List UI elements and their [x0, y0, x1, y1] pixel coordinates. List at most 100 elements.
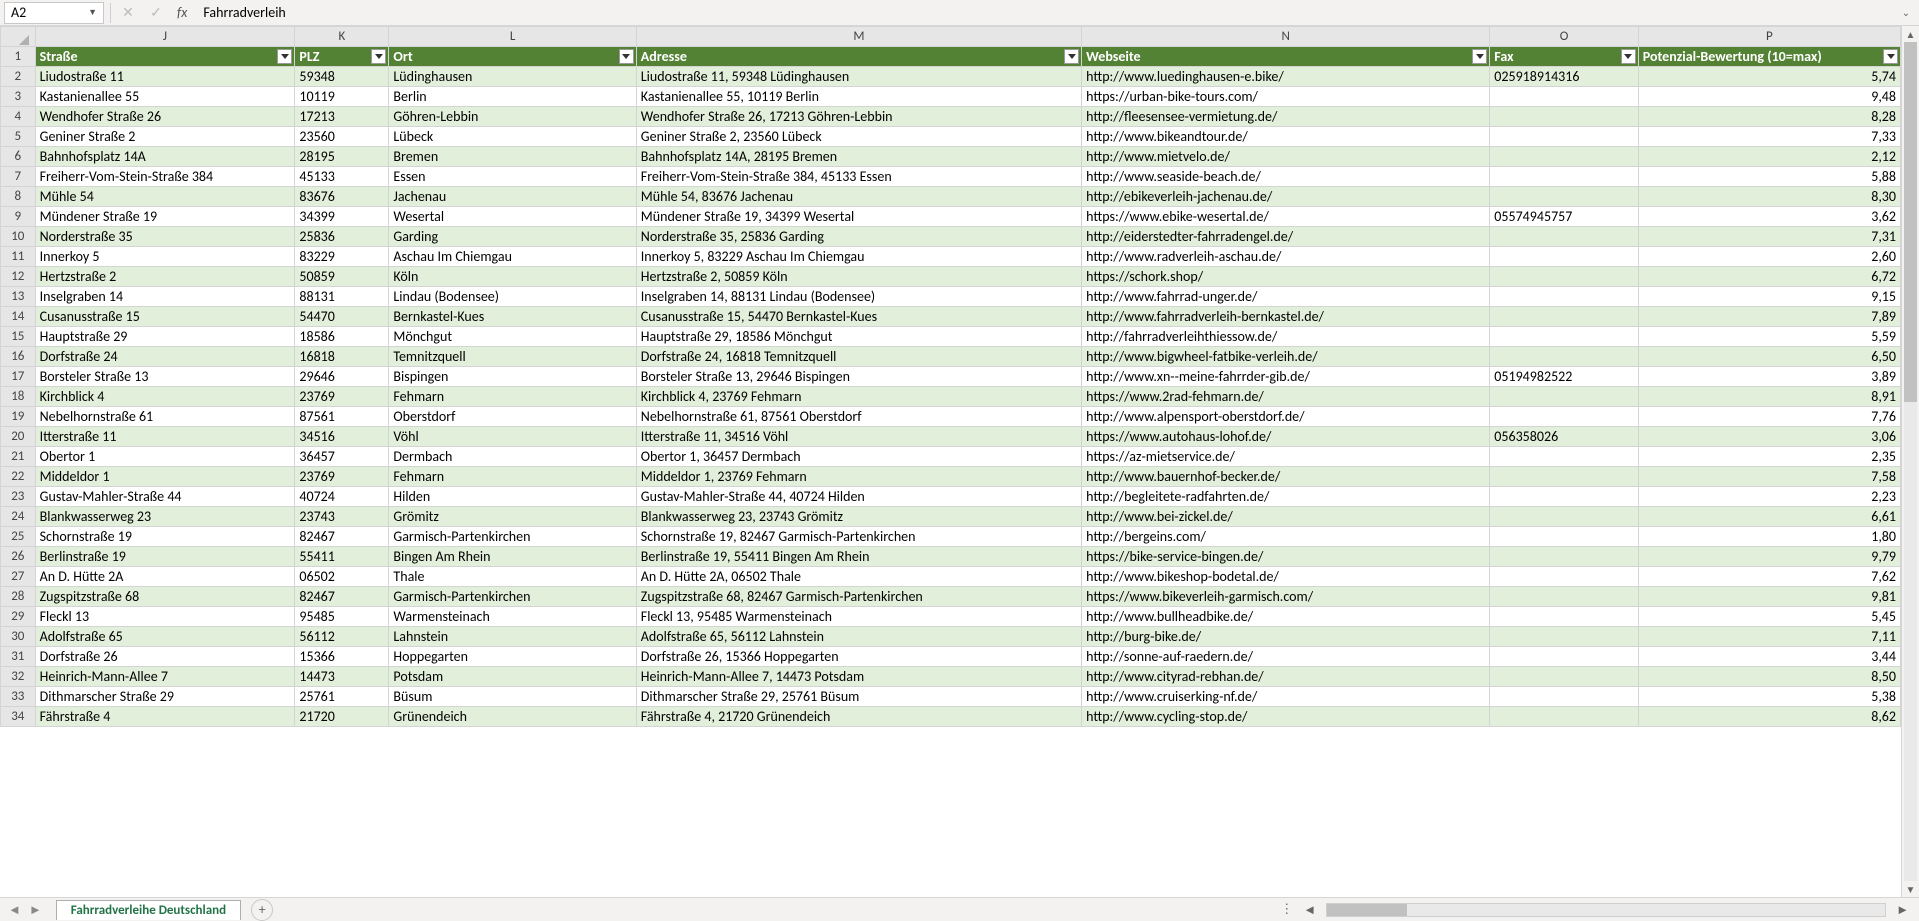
cell[interactable]: http://www.xn--meine-fahrrder-gib.de/: [1082, 367, 1490, 387]
cell[interactable]: An D. Hütte 2A, 06502 Thale: [636, 567, 1081, 587]
cell[interactable]: 7,11: [1638, 627, 1900, 647]
row-header[interactable]: 22: [1, 467, 36, 487]
cell[interactable]: http://www.fahrrad-unger.de/: [1082, 287, 1490, 307]
cell[interactable]: 025918914316: [1490, 67, 1638, 87]
cell[interactable]: [1490, 687, 1638, 707]
row-header[interactable]: 29: [1, 607, 36, 627]
cell[interactable]: http://www.cityrad-rebhan.de/: [1082, 667, 1490, 687]
cell[interactable]: Kastanienallee 55: [35, 87, 295, 107]
cell[interactable]: [1490, 647, 1638, 667]
filter-dropdown-icon[interactable]: [1621, 49, 1636, 64]
cell[interactable]: http://www.radverleih-aschau.de/: [1082, 247, 1490, 267]
cell[interactable]: 8,28: [1638, 107, 1900, 127]
cell[interactable]: Itterstraße 11: [35, 427, 295, 447]
cell[interactable]: Borsteler Straße 13, 29646 Bispingen: [636, 367, 1081, 387]
cell[interactable]: [1490, 487, 1638, 507]
cell[interactable]: Fleckl 13, 95485 Warmensteinach: [636, 607, 1081, 627]
cell[interactable]: Dorfstraße 26, 15366 Hoppegarten: [636, 647, 1081, 667]
cell[interactable]: http://www.fahrradverleih-bernkastel.de/: [1082, 307, 1490, 327]
cell[interactable]: 7,62: [1638, 567, 1900, 587]
cell[interactable]: 23743: [295, 507, 389, 527]
scroll-left-button[interactable]: ◄: [1303, 902, 1316, 918]
scroll-down-button[interactable]: ▼: [1902, 881, 1919, 897]
row-header[interactable]: 19: [1, 407, 36, 427]
add-sheet-button[interactable]: +: [251, 899, 273, 921]
sheet-nav-prev[interactable]: ◄: [6, 902, 23, 918]
cell[interactable]: Obertor 1, 36457 Dermbach: [636, 447, 1081, 467]
cell[interactable]: 88131: [295, 287, 389, 307]
cell[interactable]: http://www.cycling-stop.de/: [1082, 707, 1490, 727]
vertical-scrollbar[interactable]: ▲ ▼: [1901, 26, 1919, 897]
cell[interactable]: https://www.bikeverleih-garmisch.com/: [1082, 587, 1490, 607]
cell[interactable]: 7,76: [1638, 407, 1900, 427]
cell[interactable]: 36457: [295, 447, 389, 467]
table-header-M[interactable]: Adresse: [636, 47, 1081, 67]
cell[interactable]: 95485: [295, 607, 389, 627]
cell[interactable]: Obertor 1: [35, 447, 295, 467]
cell[interactable]: 83229: [295, 247, 389, 267]
cell[interactable]: Bernkastel-Kues: [389, 307, 636, 327]
row-header[interactable]: 25: [1, 527, 36, 547]
cell[interactable]: [1490, 247, 1638, 267]
row-header[interactable]: 34: [1, 707, 36, 727]
cell[interactable]: Innerkoy 5, 83229 Aschau Im Chiemgau: [636, 247, 1081, 267]
cell[interactable]: http://www.luedinghausen-e.bike/: [1082, 67, 1490, 87]
row-header[interactable]: 33: [1, 687, 36, 707]
cell[interactable]: Dorfstraße 24, 16818 Temnitzquell: [636, 347, 1081, 367]
cell[interactable]: [1490, 347, 1638, 367]
cell[interactable]: [1490, 407, 1638, 427]
cell[interactable]: 15366: [295, 647, 389, 667]
row-header[interactable]: 14: [1, 307, 36, 327]
cell[interactable]: 5,38: [1638, 687, 1900, 707]
column-header-O[interactable]: O: [1490, 27, 1638, 47]
cell[interactable]: 05574945757: [1490, 207, 1638, 227]
cell[interactable]: Bingen Am Rhein: [389, 547, 636, 567]
cell[interactable]: Dermbach: [389, 447, 636, 467]
cell[interactable]: 25836: [295, 227, 389, 247]
cell[interactable]: Zugspitzstraße 68: [35, 587, 295, 607]
row-header[interactable]: 26: [1, 547, 36, 567]
cell[interactable]: 06502: [295, 567, 389, 587]
cell[interactable]: Freiherr-Vom-Stein-Straße 384: [35, 167, 295, 187]
cell[interactable]: Blankwasserweg 23: [35, 507, 295, 527]
row-header[interactable]: 20: [1, 427, 36, 447]
cell[interactable]: Berlinstraße 19: [35, 547, 295, 567]
cell[interactable]: http://eiderstedter-fahrradengel.de/: [1082, 227, 1490, 247]
cell[interactable]: [1490, 227, 1638, 247]
cell[interactable]: http://fleesensee-vermietung.de/: [1082, 107, 1490, 127]
cell[interactable]: 8,30: [1638, 187, 1900, 207]
row-header[interactable]: 4: [1, 107, 36, 127]
cell[interactable]: 7,33: [1638, 127, 1900, 147]
cell[interactable]: 6,50: [1638, 347, 1900, 367]
cell[interactable]: 9,15: [1638, 287, 1900, 307]
cell[interactable]: Norderstraße 35: [35, 227, 295, 247]
cell[interactable]: Hertzstraße 2, 50859 Köln: [636, 267, 1081, 287]
cell[interactable]: 05194982522: [1490, 367, 1638, 387]
row-header[interactable]: 21: [1, 447, 36, 467]
cell[interactable]: Liudostraße 11, 59348 Lüdinghausen: [636, 67, 1081, 87]
sheet-tab-active[interactable]: Fahrradverleihe Deutschland: [56, 900, 241, 920]
cell[interactable]: 3,06: [1638, 427, 1900, 447]
column-header-P[interactable]: P: [1638, 27, 1900, 47]
cell[interactable]: 8,50: [1638, 667, 1900, 687]
cell[interactable]: Cusanusstraße 15, 54470 Bernkastel-Kues: [636, 307, 1081, 327]
filter-dropdown-icon[interactable]: [371, 49, 386, 64]
row-header[interactable]: 13: [1, 287, 36, 307]
cell[interactable]: 3,44: [1638, 647, 1900, 667]
row-header[interactable]: 2: [1, 67, 36, 87]
cell[interactable]: 2,23: [1638, 487, 1900, 507]
cell[interactable]: Dorfstraße 24: [35, 347, 295, 367]
row-header[interactable]: 27: [1, 567, 36, 587]
cell[interactable]: Kastanienallee 55, 10119 Berlin: [636, 87, 1081, 107]
cell[interactable]: Hauptstraße 29: [35, 327, 295, 347]
cell[interactable]: [1490, 587, 1638, 607]
cell[interactable]: 40724: [295, 487, 389, 507]
cell[interactable]: [1490, 307, 1638, 327]
cell[interactable]: Geniner Straße 2: [35, 127, 295, 147]
cell[interactable]: Essen: [389, 167, 636, 187]
cell[interactable]: 056358026: [1490, 427, 1638, 447]
cell[interactable]: 83676: [295, 187, 389, 207]
cell[interactable]: 7,31: [1638, 227, 1900, 247]
chevron-down-icon[interactable]: ▼: [88, 7, 97, 18]
cell[interactable]: [1490, 267, 1638, 287]
